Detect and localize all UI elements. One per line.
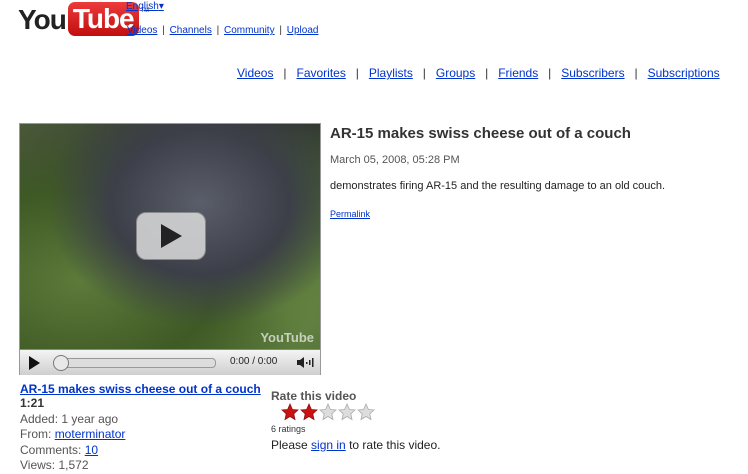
sign-in-link[interactable]: sign in xyxy=(311,438,346,452)
chevron-down-icon: ▾ xyxy=(158,1,164,12)
seek-handle[interactable] xyxy=(53,355,69,371)
youtube-watermark: YouTube xyxy=(260,330,314,345)
top-nav-community[interactable]: Community xyxy=(224,25,275,36)
language-selector[interactable]: English▾ xyxy=(126,1,164,12)
star-empty-icon[interactable] xyxy=(338,403,356,421)
rate-signin-text: Please sign in to rate this video. xyxy=(271,438,441,452)
star-empty-icon[interactable] xyxy=(319,403,337,421)
volume-icon[interactable] xyxy=(296,356,316,369)
comments-link[interactable]: 10 xyxy=(85,443,98,457)
uploader-link[interactable]: moterminator xyxy=(55,427,126,441)
from-row: From: moterminator xyxy=(20,427,126,441)
video-meta: 1:21 Added: 1 year ago From: moterminato… xyxy=(20,396,125,474)
language-link[interactable]: English▾ xyxy=(126,1,164,12)
player-controls: 0:00 / 0:00 xyxy=(20,349,320,375)
video-duration: 1:21 xyxy=(20,396,45,410)
video-frame[interactable]: YouTube xyxy=(20,124,320,349)
play-icon xyxy=(161,224,182,248)
video-description: demonstrates firing AR-15 and the result… xyxy=(330,180,666,192)
tab-separator: | xyxy=(422,66,426,80)
views-row: Views: 1,572 xyxy=(20,458,89,472)
video-player[interactable]: YouTube 0:00 / 0:00 xyxy=(19,123,321,375)
video-title: AR-15 makes swiss cheese out of a couch xyxy=(330,125,631,142)
star-rating[interactable] xyxy=(281,403,375,421)
ratings-count: 6 ratings xyxy=(271,424,306,434)
tab-playlists[interactable]: Playlists xyxy=(369,66,413,80)
tab-groups[interactable]: Groups xyxy=(436,66,475,80)
comments-row: Comments: 10 xyxy=(20,442,99,457)
top-nav: Videos | Channels | Community | Upload xyxy=(127,25,318,36)
tab-videos[interactable]: Videos xyxy=(237,66,273,80)
top-nav-channels[interactable]: Channels xyxy=(170,25,212,36)
time-display: 0:00 / 0:00 xyxy=(230,356,278,367)
seek-bar[interactable] xyxy=(53,355,216,371)
tab-subscriptions[interactable]: Subscriptions xyxy=(648,66,720,80)
tab-separator: | xyxy=(485,66,489,80)
play-icon[interactable] xyxy=(26,355,42,371)
nav-separator: | xyxy=(162,25,165,36)
nav-separator: | xyxy=(279,25,282,36)
top-nav-upload[interactable]: Upload xyxy=(287,25,319,36)
logo-you-text: You xyxy=(18,4,67,35)
added-row: Added: 1 year ago xyxy=(20,411,119,426)
tab-separator: | xyxy=(355,66,359,80)
nav-separator: | xyxy=(216,25,220,36)
channel-tabs: Videos | Favorites | Playlists | Groups | Friend… xyxy=(237,66,720,80)
video-date: March 05, 2008, 05:28 PM xyxy=(330,154,460,166)
star-filled-icon[interactable] xyxy=(300,403,318,421)
tab-favorites[interactable]: Favorites xyxy=(296,66,345,80)
tab-friends[interactable]: Friends xyxy=(498,66,538,80)
tab-separator: | xyxy=(634,66,638,80)
top-nav-videos[interactable]: Videos xyxy=(127,25,157,36)
video-title-link[interactable]: AR-15 makes swiss cheese out of a couch xyxy=(20,382,261,396)
tab-separator: | xyxy=(548,66,552,80)
tab-subscribers[interactable]: Subscribers xyxy=(561,66,624,80)
big-play-button[interactable] xyxy=(136,212,206,260)
star-empty-icon[interactable] xyxy=(357,403,375,421)
tab-separator: | xyxy=(283,66,287,80)
rate-label: Rate this video xyxy=(271,389,357,403)
star-filled-icon[interactable] xyxy=(281,403,299,421)
permalink-link[interactable]: Permalink xyxy=(330,209,370,219)
